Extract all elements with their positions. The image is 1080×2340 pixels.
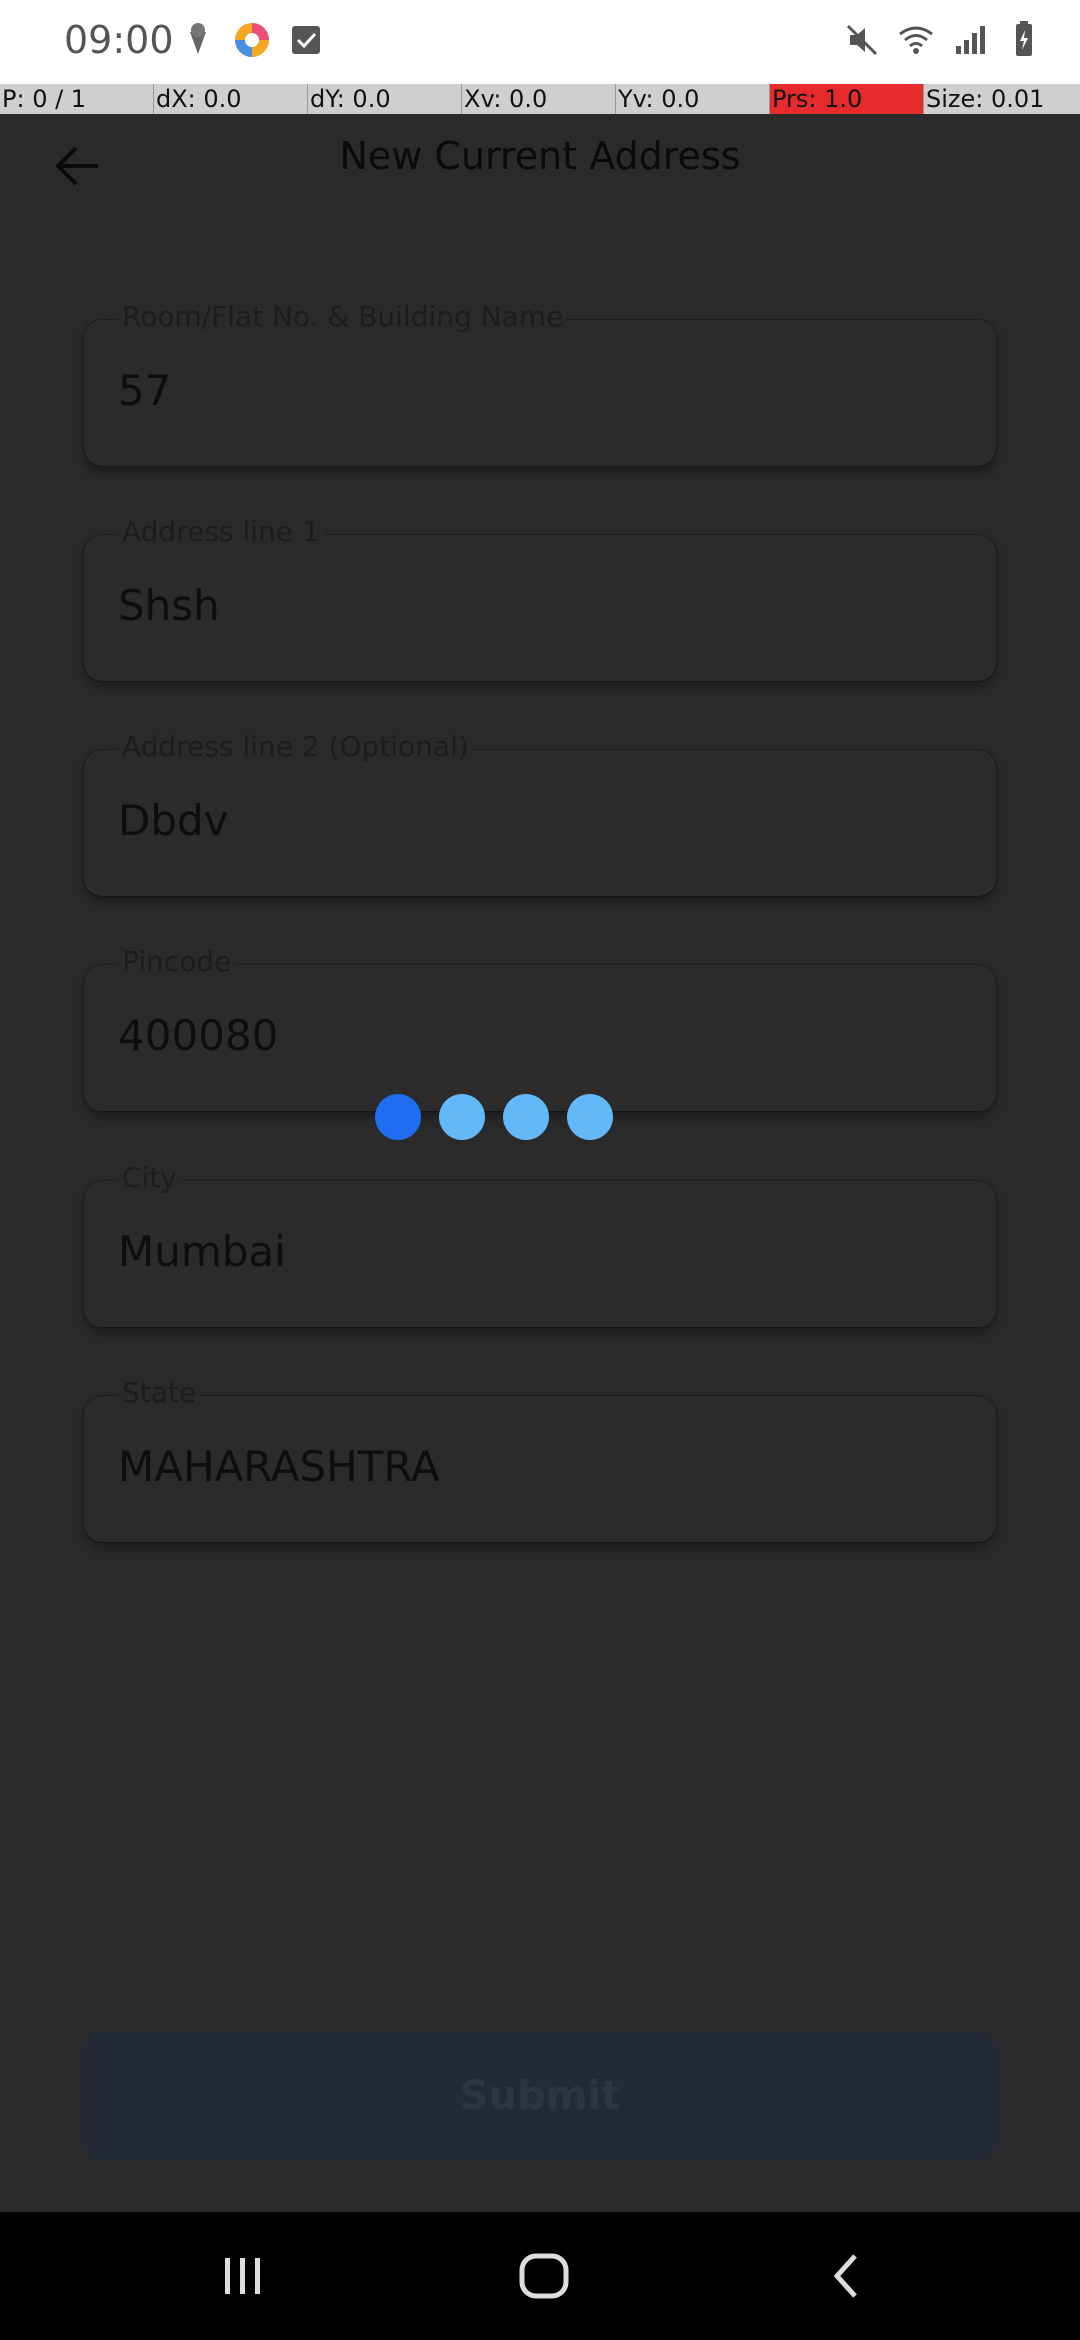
room-building-field[interactable]: Room/Flat No. & Building Name 57	[84, 300, 996, 466]
field-value[interactable]: Dbdv	[118, 796, 229, 845]
loading-indicator	[375, 1094, 613, 1140]
loader-dot	[567, 1094, 613, 1140]
system-nav-bar	[0, 2212, 1080, 2340]
status-bar: 09:00	[0, 0, 1080, 84]
field-value[interactable]: 57	[118, 366, 171, 415]
debug-size: Size: 0.01	[926, 85, 1045, 113]
wifi-icon	[899, 26, 933, 54]
debug-dy: dY: 0.0	[308, 84, 462, 114]
debug-dx: dX: 0.0	[154, 84, 308, 114]
field-value[interactable]: Shsh	[118, 581, 220, 630]
field-value[interactable]: 400080	[118, 1011, 278, 1060]
field-label: Address line 1	[118, 515, 324, 548]
pointer-location-bar: P: 0 / 1 dX: 0.0 dY: 0.0 Xv: 0.0 Yv: 0.0…	[0, 84, 1080, 114]
submit-label: Submit	[459, 2073, 621, 2119]
loader-dot	[503, 1094, 549, 1140]
debug-yv: Yv: 0.0	[616, 84, 770, 114]
pincode-field[interactable]: Pincode 400080	[84, 945, 996, 1111]
back-nav-icon[interactable]	[817, 2246, 877, 2306]
debug-xv: Xv: 0.0	[462, 84, 616, 114]
field-label: Room/Flat No. & Building Name	[118, 300, 568, 333]
ice-cream-icon	[190, 23, 206, 54]
field-label: City	[118, 1161, 181, 1194]
field-label: State	[118, 1376, 201, 1409]
recent-apps-icon[interactable]	[213, 2246, 273, 2306]
signal-icon	[956, 26, 985, 54]
status-right-icons	[842, 20, 1044, 60]
field-label: Pincode	[118, 945, 236, 978]
mute-icon	[846, 24, 878, 56]
checkbox-icon	[292, 26, 320, 54]
top-app-bar: New Current Address	[0, 114, 1080, 214]
submit-button[interactable]: Submit	[82, 2031, 998, 2161]
status-left-icons	[178, 20, 326, 60]
debug-pointer: P: 0 / 1	[0, 84, 154, 114]
home-icon[interactable]	[514, 2246, 574, 2306]
state-field[interactable]: State MAHARASHTRA	[84, 1376, 996, 1542]
status-time: 09:00	[64, 18, 174, 62]
loader-dot	[375, 1094, 421, 1140]
battery-icon	[1016, 21, 1032, 56]
field-label: Address line 2 (Optional)	[118, 730, 473, 763]
debug-pressure: Prs: 1.0	[770, 84, 924, 114]
field-value[interactable]: MAHARASHTRA	[118, 1442, 440, 1491]
app-screen: New Current Address Room/Flat No. & Buil…	[0, 114, 1080, 2212]
address-line-2-field[interactable]: Address line 2 (Optional) Dbdv	[84, 730, 996, 896]
address-line-1-field[interactable]: Address line 1 Shsh	[84, 515, 996, 681]
app-colorful-icon	[235, 23, 269, 57]
field-value[interactable]: Mumbai	[118, 1227, 286, 1276]
loader-dot	[439, 1094, 485, 1140]
page-title: New Current Address	[339, 134, 741, 178]
city-field[interactable]: City Mumbai	[84, 1161, 996, 1327]
